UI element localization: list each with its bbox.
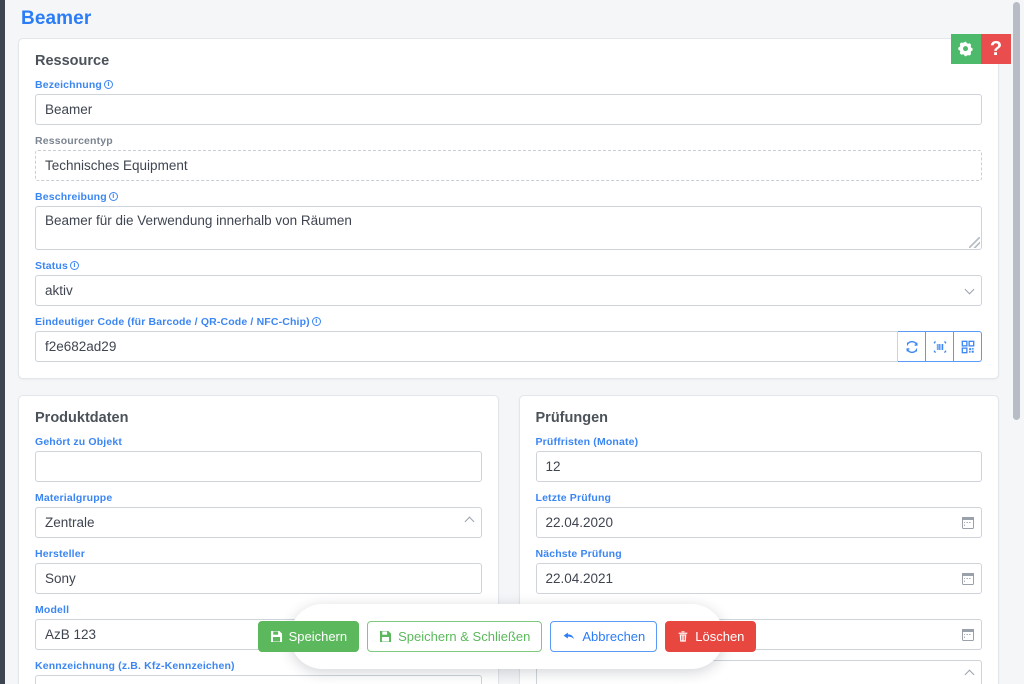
label-status: Status [35,260,982,272]
field-materialgruppe: Materialgruppe Zentrale [35,492,482,538]
save-icon [379,630,392,643]
save-and-close-button-label: Speichern & Schließen [398,629,530,644]
info-icon[interactable] [109,192,118,201]
field-beschreibung: Beschreibung Beamer für die Verwendung i… [35,191,982,250]
show-qrcode-button[interactable] [954,331,982,362]
application-window: Beamer Ressource Bezeichnung Beamer Ress… [0,0,1024,684]
undo-arrow-icon [562,630,576,643]
input-kennzeichnung[interactable] [35,675,482,684]
refresh-icon [905,340,919,354]
ressource-card: Ressource Bezeichnung Beamer Ressourcent… [18,38,999,379]
label-bezeichnung-text: Bezeichnung [35,79,102,91]
input-naechste-pruefung[interactable]: 22.04.2021 [536,563,983,594]
barcode-icon [933,340,947,354]
delete-button-label: Löschen [695,629,744,644]
select-materialgruppe[interactable]: Zentrale [35,507,482,538]
label-code-text: Eindeutiger Code (für Barcode / QR-Code … [35,316,310,328]
help-button[interactable]: ? [981,34,1011,64]
label-naechste-pruefung: Nächste Prüfung [536,548,983,560]
resize-grip-icon[interactable] [969,237,980,248]
input-hersteller[interactable]: Sony [35,563,482,594]
label-letzte-pruefung: Letzte Prüfung [536,492,983,504]
delete-button[interactable]: Löschen [665,621,756,652]
textarea-beschreibung[interactable]: Beamer für die Verwendung innerhalb von … [35,206,982,250]
field-bezeichnung: Bezeichnung Beamer [35,79,982,125]
field-letzte-pruefung: Letzte Prüfung 22.04.2020 [536,492,983,538]
info-icon[interactable] [104,80,113,89]
label-beschreibung: Beschreibung [35,191,982,203]
info-icon[interactable] [70,261,79,270]
utility-button-group: ? [951,34,1011,64]
select-status[interactable]: aktiv [35,275,982,306]
save-and-close-button[interactable]: Speichern & Schließen [367,621,542,652]
gear-icon [958,41,974,57]
date-letzte-pruefung-wrapper[interactable]: 22.04.2020 [536,507,983,538]
date-naechste-pruefung-wrapper[interactable]: 22.04.2021 [536,563,983,594]
save-button[interactable]: Speichern [258,621,360,652]
label-ressourcentyp: Ressourcentyp [35,135,982,147]
question-mark-icon: ? [990,39,1002,59]
field-gehoert-zu-objekt: Gehört zu Objekt [35,436,482,482]
qrcode-icon [961,340,975,354]
vertical-scrollbar[interactable] [1013,2,1020,682]
label-beschreibung-text: Beschreibung [35,191,107,203]
cancel-button[interactable]: Abbrechen [550,621,657,652]
save-button-label: Speichern [289,629,348,644]
page-title: Beamer [21,8,91,29]
label-gehoert-zu-objekt: Gehört zu Objekt [35,436,482,448]
action-bar: Speichern Speichern & Schließen Abbreche… [290,604,724,669]
field-ressourcentyp: Ressourcentyp Technisches Equipment [35,135,982,181]
calendar-icon[interactable] [962,629,974,641]
calendar-icon[interactable] [962,517,974,529]
ressource-card-body: Bezeichnung Beamer Ressourcentyp Technis… [19,79,998,378]
info-icon[interactable] [312,317,321,326]
label-bezeichnung: Bezeichnung [35,79,982,91]
calendar-icon[interactable] [962,573,974,585]
pruefungen-card-title: Prüfungen [520,396,999,436]
field-hersteller: Hersteller Sony [35,548,482,594]
input-code[interactable]: f2e682ad29 [35,331,898,362]
ressource-card-wrapper: Ressource Bezeichnung Beamer Ressourcent… [5,38,1012,395]
regenerate-code-button[interactable] [898,331,926,362]
input-gehoert-zu-objekt[interactable] [35,451,482,482]
cancel-button-label: Abbrechen [582,629,645,644]
field-prueffristen: Prüffristen (Monate) 12 [536,436,983,482]
label-hersteller: Hersteller [35,548,482,560]
page-header: Beamer [5,0,1012,38]
show-barcode-button[interactable] [926,331,954,362]
select-status-wrapper[interactable]: aktiv [35,275,982,306]
code-input-group: f2e682ad29 [35,331,982,362]
input-prueffristen[interactable]: 12 [536,451,983,482]
page-content-scroll-area[interactable]: Beamer Ressource Bezeichnung Beamer Ress… [5,0,1012,684]
input-ressourcentyp: Technisches Equipment [35,150,982,181]
field-code: Eindeutiger Code (für Barcode / QR-Code … [35,316,982,362]
field-naechste-pruefung: Nächste Prüfung 22.04.2021 [536,548,983,594]
label-materialgruppe: Materialgruppe [35,492,482,504]
label-code: Eindeutiger Code (für Barcode / QR-Code … [35,316,982,328]
scrollbar-thumb[interactable] [1013,2,1020,420]
save-icon [270,630,283,643]
produktdaten-card-title: Produktdaten [19,396,498,436]
label-prueffristen: Prüffristen (Monate) [536,436,983,448]
settings-button[interactable] [951,34,981,64]
select-materialgruppe-wrapper[interactable]: Zentrale [35,507,482,538]
ressource-card-title: Ressource [19,39,998,79]
label-status-text: Status [35,260,68,272]
field-status: Status aktiv [35,260,982,306]
textarea-beschreibung-value: Beamer für die Verwendung innerhalb von … [45,213,352,228]
input-bezeichnung[interactable]: Beamer [35,94,982,125]
input-letzte-pruefung[interactable]: 22.04.2020 [536,507,983,538]
trash-icon [677,630,689,643]
